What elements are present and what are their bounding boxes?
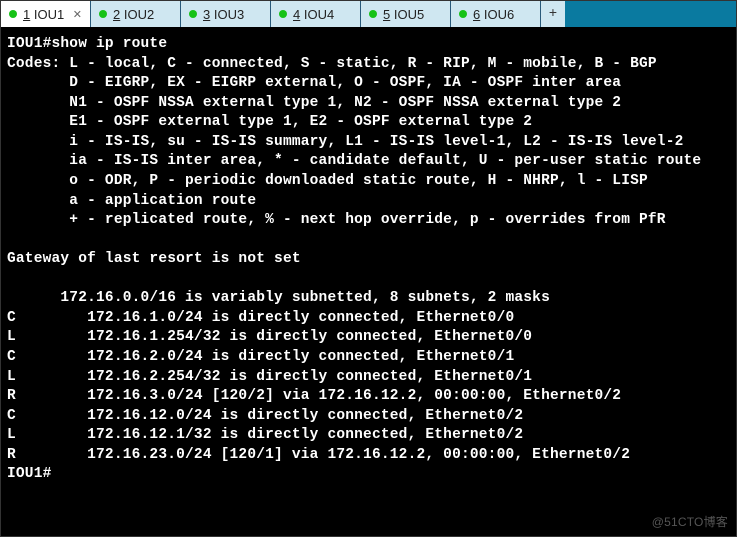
status-dot-icon [279, 10, 287, 18]
watermark: @51CTO博客 [652, 514, 728, 530]
tab-iou6[interactable]: 6 IOU6 [451, 1, 541, 27]
status-dot-icon [369, 10, 377, 18]
tab-iou3[interactable]: 3 IOU3 [181, 1, 271, 27]
close-icon[interactable]: ✕ [73, 8, 82, 21]
status-dot-icon [99, 10, 107, 18]
status-dot-icon [459, 10, 467, 18]
status-dot-icon [189, 10, 197, 18]
tab-label: 6 IOU6 [473, 7, 532, 22]
tab-label: 4 IOU4 [293, 7, 352, 22]
tab-label: 5 IOU5 [383, 7, 442, 22]
tab-label: 3 IOU3 [203, 7, 262, 22]
tab-label: 2 IOU2 [113, 7, 172, 22]
tab-bar: 1 IOU1 ✕ 2 IOU2 3 IOU3 4 IOU4 5 IOU5 6 IOU6 + [1, 1, 736, 27]
tab-iou2[interactable]: 2 IOU2 [91, 1, 181, 27]
status-dot-icon [9, 10, 17, 18]
tab-label: 1 IOU1 [23, 7, 67, 22]
new-tab-button[interactable]: + [541, 1, 565, 27]
tab-iou5[interactable]: 5 IOU5 [361, 1, 451, 27]
terminal-output[interactable]: IOU1#show ip route Codes: L - local, C -… [1, 27, 736, 536]
tab-iou1[interactable]: 1 IOU1 ✕ [1, 1, 91, 27]
tab-iou4[interactable]: 4 IOU4 [271, 1, 361, 27]
